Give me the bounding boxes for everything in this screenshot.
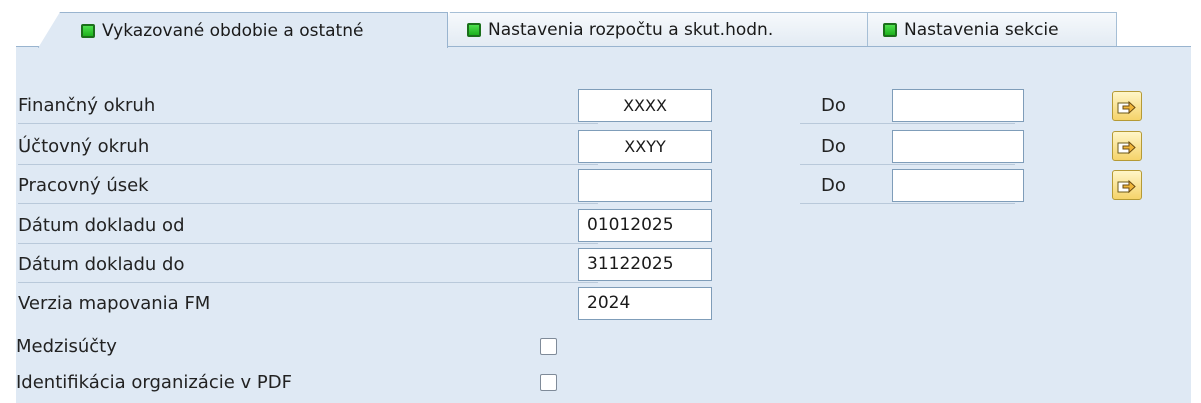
green-square-icon bbox=[81, 23, 95, 38]
tab-vykazovane-obdobie[interactable]: Vykazované obdobie a ostatné bbox=[38, 12, 448, 48]
financny-okruh-to-label: Do bbox=[821, 95, 846, 116]
identifikacia-checkbox[interactable] bbox=[540, 374, 557, 391]
verzia-input[interactable]: 2024 bbox=[578, 287, 712, 320]
datum-od-label: Dátum dokladu od bbox=[18, 215, 185, 236]
row-datum-do: Dátum dokladu do bbox=[18, 247, 598, 283]
selection-screen: Nastavenia sekcie Nastavenia rozpočtu a … bbox=[0, 0, 1201, 403]
financny-okruh-input[interactable]: XXXX bbox=[578, 89, 712, 122]
medzisucty-label: Medzisúčty bbox=[16, 336, 117, 357]
uctovny-okruh-to-label: Do bbox=[821, 136, 846, 157]
financny-okruh-label: Finančný okruh bbox=[18, 95, 156, 116]
green-square-icon bbox=[883, 22, 897, 37]
financny-okruh-multiple-selection-button[interactable] bbox=[1112, 91, 1142, 121]
pracovny-usek-to-label: Do bbox=[821, 175, 846, 196]
datum-do-label: Dátum dokladu do bbox=[18, 254, 185, 275]
arrow-right-icon bbox=[1117, 100, 1136, 115]
financny-okruh-to-input[interactable] bbox=[892, 89, 1024, 122]
tab-label: Nastavenia rozpočtu a skut.hodn. bbox=[488, 19, 774, 40]
row-datum-od: Dátum dokladu od bbox=[18, 208, 598, 244]
uctovny-okruh-input[interactable]: XXYY bbox=[578, 130, 712, 163]
verzia-label: Verzia mapovania FM bbox=[18, 293, 211, 314]
tab-label: Nastavenia sekcie bbox=[904, 19, 1059, 40]
arrow-right-icon bbox=[1117, 179, 1136, 194]
row-verzia: Verzia mapovania FM bbox=[18, 286, 598, 322]
arrow-right-icon bbox=[1117, 140, 1136, 155]
green-square-icon bbox=[467, 22, 481, 37]
uctovny-okruh-to-input[interactable] bbox=[892, 130, 1024, 163]
row-pracovny-usek: Pracovný úsek bbox=[18, 168, 598, 204]
uctovny-okruh-label: Účtovný okruh bbox=[18, 136, 150, 157]
pracovny-usek-input[interactable] bbox=[578, 169, 712, 202]
pracovny-usek-label: Pracovný úsek bbox=[18, 175, 149, 196]
row-uctovny-okruh: Účtovný okruh bbox=[18, 129, 598, 165]
tab-label: Vykazované obdobie a ostatné bbox=[102, 20, 364, 41]
identifikacia-label: Identifikácia organizácie v PDF bbox=[16, 372, 292, 393]
uctovny-okruh-multiple-selection-button[interactable] bbox=[1112, 131, 1142, 161]
pracovny-usek-to-input[interactable] bbox=[892, 169, 1024, 202]
row-financny-okruh: Finančný okruh bbox=[18, 88, 598, 124]
medzisucty-checkbox[interactable] bbox=[540, 338, 557, 355]
tab-nastavenia-rozpoctu[interactable]: Nastavenia rozpočtu a skut.hodn. bbox=[436, 12, 868, 46]
datum-do-input[interactable]: 31122025 bbox=[578, 248, 712, 281]
tab-nastavenia-sekcie[interactable]: Nastavenia sekcie bbox=[844, 12, 1117, 46]
datum-od-input[interactable]: 01012025 bbox=[578, 209, 712, 242]
pracovny-usek-multiple-selection-button[interactable] bbox=[1112, 170, 1142, 200]
